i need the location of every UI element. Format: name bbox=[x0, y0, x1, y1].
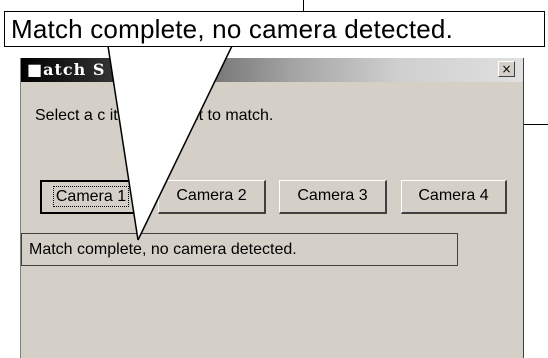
callout-pointer bbox=[107, 45, 233, 241]
callout-banner: Match complete, no camera detected. bbox=[4, 11, 545, 47]
